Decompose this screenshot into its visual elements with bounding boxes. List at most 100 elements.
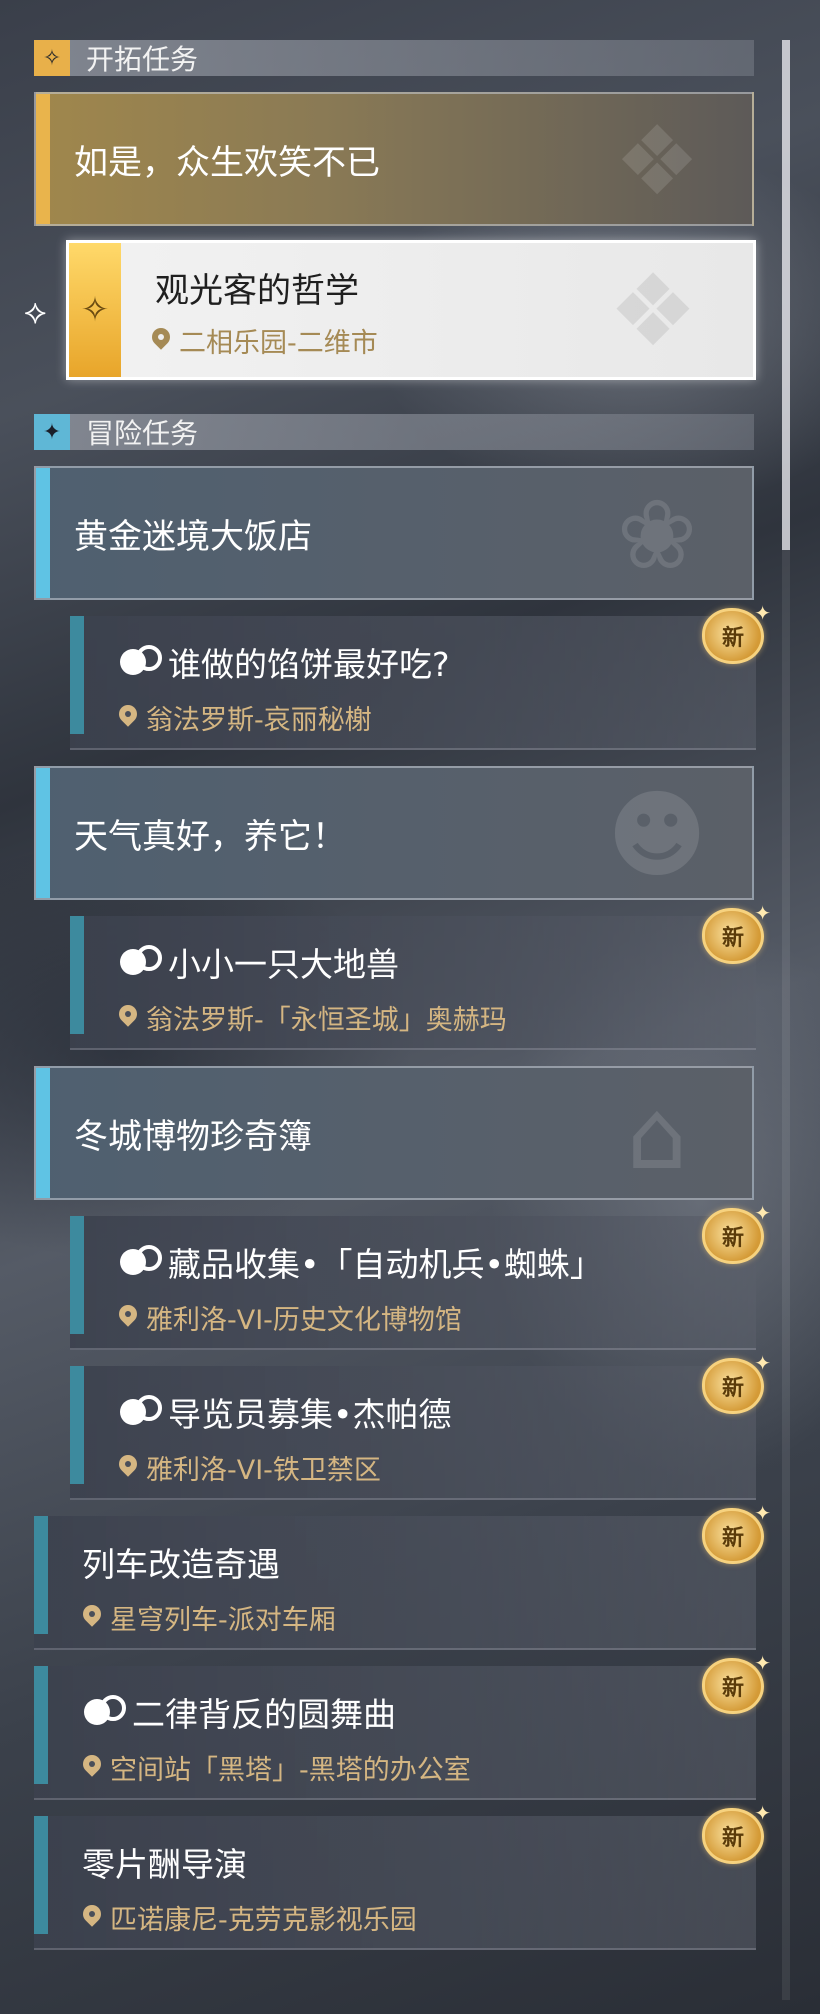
quest-title: 二律背反的圆舞曲 (82, 1688, 396, 1736)
quest-item[interactable]: 导览员募集•杰帕德 雅利洛-VI-铁卫禁区 新 ✦ (70, 1351, 771, 1500)
adventure-quest-icon (118, 945, 162, 979)
accent-bar (34, 1516, 48, 1634)
accent-bar (70, 916, 84, 1034)
quest-location-text: 星穹列车-派对车厢 (110, 1605, 336, 1636)
sparkle-icon: ✦ (754, 1501, 771, 1525)
quest-location-text: 匹诺康尼-克劳克影视乐园 (110, 1905, 417, 1936)
trailblaze-icon: ✧ (34, 40, 70, 76)
quest-group-label: 天气真好，养它！ (74, 816, 346, 857)
quest-location: 匹诺康尼-克劳克影视乐园 (82, 1898, 417, 1937)
quest-title: 导览员募集•杰帕德 (118, 1388, 451, 1436)
quest-location: 二相乐园-二维市 (151, 321, 378, 360)
quest-item[interactable]: 藏品收集•「自动机兵•蜘蛛」 雅利洛-VI-历史文化博物馆 新 ✦ (70, 1201, 771, 1350)
adventure-quest-icon (82, 1695, 126, 1729)
new-badge: 新 ✦ (702, 1801, 771, 1864)
new-badge: 新 ✦ (702, 1351, 771, 1414)
new-badge-text: 新 (721, 1376, 744, 1401)
accent-bar (70, 616, 84, 734)
section-title: 开拓任务 (86, 43, 199, 76)
quest-group-trailblaze[interactable]: 如是，众生欢笑不已 ❖ (34, 92, 754, 226)
quest-title: 小小一只大地兽 (118, 938, 399, 986)
quest-title-text: 小小一只大地兽 (168, 945, 399, 984)
scrollbar-thumb[interactable] (782, 40, 790, 550)
new-badge-text: 新 (721, 926, 744, 951)
sparkle-icon: ✦ (754, 1351, 771, 1375)
selection-arrow-icon: ⟡ (24, 292, 47, 332)
quest-title-text: 列车改造奇遇 (82, 1545, 280, 1584)
selected-quest-card[interactable]: ✧ 观光客的哲学 二相乐园-二维市 ❖ (66, 240, 756, 380)
section-header-adventure: ✦ 冒险任务 (34, 414, 754, 450)
quest-location: 星穹列车-派对车厢 (82, 1598, 336, 1637)
quest-title: 零片酬导演 (82, 1838, 247, 1886)
accent-bar (34, 1816, 48, 1934)
new-badge-text: 新 (721, 1826, 744, 1851)
trailblaze-quest-icon: ✧ (69, 243, 121, 377)
new-badge: 新 ✦ (702, 901, 771, 964)
adventure-quest-icon (118, 1395, 162, 1429)
emblem-icon: ❀ (616, 479, 698, 591)
quest-location-text: 翁法罗斯-「永恒圣城」奥赫玛 (146, 1005, 507, 1036)
quest-title: 藏品收集•「自动机兵•蜘蛛」 (118, 1238, 603, 1286)
adventure-quest-icon (118, 645, 162, 679)
quest-title-text: 藏品收集•「自动机兵•蜘蛛」 (168, 1245, 603, 1284)
accent-bar (36, 468, 50, 598)
quest-location-text: 翁法罗斯-哀丽秘榭 (146, 705, 372, 736)
adventure-quest-icon (118, 1245, 162, 1279)
sparkle-icon: ✦ (754, 1201, 771, 1225)
new-badge-text: 新 (721, 626, 744, 651)
new-badge: 新 ✦ (702, 601, 771, 664)
quest-item[interactable]: 零片酬导演 匹诺康尼-克劳克影视乐园 新 ✦ (34, 1801, 771, 1950)
emblem-icon: ❖ (613, 105, 701, 217)
quest-item[interactable]: 二律背反的圆舞曲 空间站「黑塔」-黑塔的办公室 新 ✦ (34, 1651, 771, 1800)
accent-bar (36, 94, 50, 224)
quest-location: 雅利洛-VI-铁卫禁区 (118, 1448, 381, 1487)
quest-location-text: 空间站「黑塔」-黑塔的办公室 (110, 1755, 471, 1786)
quest-group-label: 如是，众生欢笑不已 (74, 142, 380, 183)
section-title: 冒险任务 (86, 417, 199, 450)
quest-title: 列车改造奇遇 (82, 1538, 280, 1586)
quest-group[interactable]: 黄金迷境大饭店 ❀ (34, 466, 754, 600)
quest-item[interactable]: 小小一只大地兽 翁法罗斯-「永恒圣城」奥赫玛 新 ✦ (70, 901, 771, 1050)
emblem-icon: ☻ (606, 779, 708, 891)
accent-bar (36, 768, 50, 898)
quest-title-text: 导览员募集•杰帕德 (168, 1395, 452, 1434)
location-pin-icon (82, 1905, 102, 1931)
quest-location: 雅利洛-VI-历史文化博物馆 (118, 1298, 462, 1337)
new-badge: 新 ✦ (702, 1201, 771, 1264)
emblem-icon: ⌂ (626, 1079, 688, 1191)
emblem-icon: ❖ (608, 252, 698, 369)
quest-location: 翁法罗斯-「永恒圣城」奥赫玛 (118, 998, 507, 1037)
quest-title-text: 谁做的馅饼最好吃? (168, 645, 450, 684)
quest-title: 观光客的哲学 (155, 271, 359, 311)
sparkle-icon: ✦ (754, 901, 771, 925)
quest-item[interactable]: 谁做的馅饼最好吃? 翁法罗斯-哀丽秘榭 新 ✦ (70, 601, 771, 750)
sparkle-icon: ✦ (754, 1801, 771, 1825)
quest-item[interactable]: 列车改造奇遇 星穹列车-派对车厢 新 ✦ (34, 1501, 771, 1650)
quest-group-label: 冬城博物珍奇簿 (74, 1116, 312, 1157)
adventure-icon: ✦ (34, 414, 70, 450)
location-pin-icon (151, 328, 171, 354)
quest-title-text: 二律背反的圆舞曲 (132, 1695, 396, 1734)
location-pin-icon (118, 1455, 138, 1481)
new-badge: 新 ✦ (702, 1651, 771, 1714)
accent-bar (34, 1666, 48, 1784)
new-badge-text: 新 (721, 1526, 744, 1551)
quest-location-text: 二相乐园-二维市 (179, 328, 378, 359)
quest-location-text: 雅利洛-VI-历史文化博物馆 (146, 1305, 462, 1336)
quest-group[interactable]: 冬城博物珍奇簿 ⌂ (34, 1066, 754, 1200)
location-pin-icon (118, 705, 138, 731)
new-badge-text: 新 (721, 1226, 744, 1251)
quest-title-text: 零片酬导演 (82, 1845, 247, 1884)
quest-location: 空间站「黑塔」-黑塔的办公室 (82, 1748, 471, 1787)
sparkle-icon: ✦ (754, 1651, 771, 1675)
quest-title: 谁做的馅饼最好吃? (118, 638, 450, 686)
accent-bar (36, 1068, 50, 1198)
quest-group[interactable]: 天气真好，养它！ ☻ (34, 766, 754, 900)
quest-location-text: 雅利洛-VI-铁卫禁区 (146, 1455, 381, 1486)
location-pin-icon (82, 1755, 102, 1781)
accent-bar (70, 1216, 84, 1334)
quest-group-label: 黄金迷境大饭店 (74, 516, 312, 557)
quest-location: 翁法罗斯-哀丽秘榭 (118, 698, 372, 737)
sparkle-icon: ✦ (754, 601, 771, 625)
location-pin-icon (82, 1605, 102, 1631)
